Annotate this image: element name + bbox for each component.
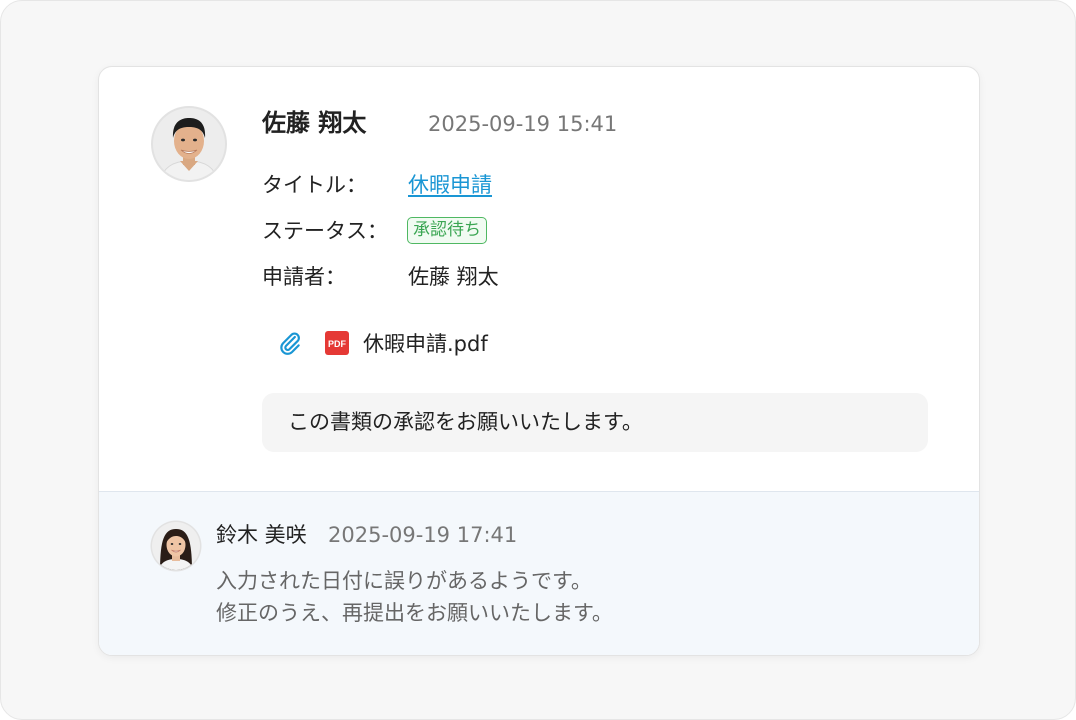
attachment-row[interactable]: PDF 休暇申請.pdf [277, 326, 488, 360]
author-name: 佐藤 翔太 [262, 109, 367, 137]
reply-author-name: 鈴木 美咲 [216, 523, 307, 547]
approval-card: 佐藤 翔太 2025-09-19 15:41 タイトル： 休暇申請 ステータス：… [98, 66, 980, 656]
status-label: ステータス： [262, 219, 388, 243]
pdf-icon-label: PDF [328, 339, 347, 349]
background-frame: 佐藤 翔太 2025-09-19 15:41 タイトル： 休暇申請 ステータス：… [0, 0, 1076, 720]
author-avatar[interactable] [150, 105, 228, 183]
status-badge: 承認待ち [407, 217, 487, 244]
reply-comment: 鈴木 美咲 2025-09-19 17:41 入力された日付に誤りがあるようです… [99, 491, 979, 655]
title-link[interactable]: 休暇申請 [408, 173, 492, 197]
request-message: この書類の承認をお願いいたします。 [288, 410, 643, 434]
paperclip-icon [277, 330, 303, 356]
applicant-value: 佐藤 翔太 [408, 265, 499, 289]
attachment-file-name[interactable]: 休暇申請.pdf [363, 328, 488, 358]
reply-text-line: 入力された日付に誤りがあるようです。 [216, 569, 592, 593]
request-post: 佐藤 翔太 2025-09-19 15:41 タイトル： 休暇申請 ステータス：… [99, 67, 979, 491]
reply-timestamp: 2025-09-19 17:41 [328, 523, 518, 547]
reply-avatar[interactable] [150, 520, 202, 572]
post-timestamp: 2025-09-19 15:41 [428, 112, 618, 136]
pdf-icon: PDF [325, 331, 349, 355]
applicant-label: 申請者： [262, 265, 346, 289]
title-label: タイトル： [262, 173, 367, 197]
reply-text-line: 修正のうえ、再提出をお願いいたします。 [216, 601, 613, 625]
title-value: 休暇申請 [408, 170, 492, 200]
request-message-box: この書類の承認をお願いいたします。 [262, 393, 928, 452]
